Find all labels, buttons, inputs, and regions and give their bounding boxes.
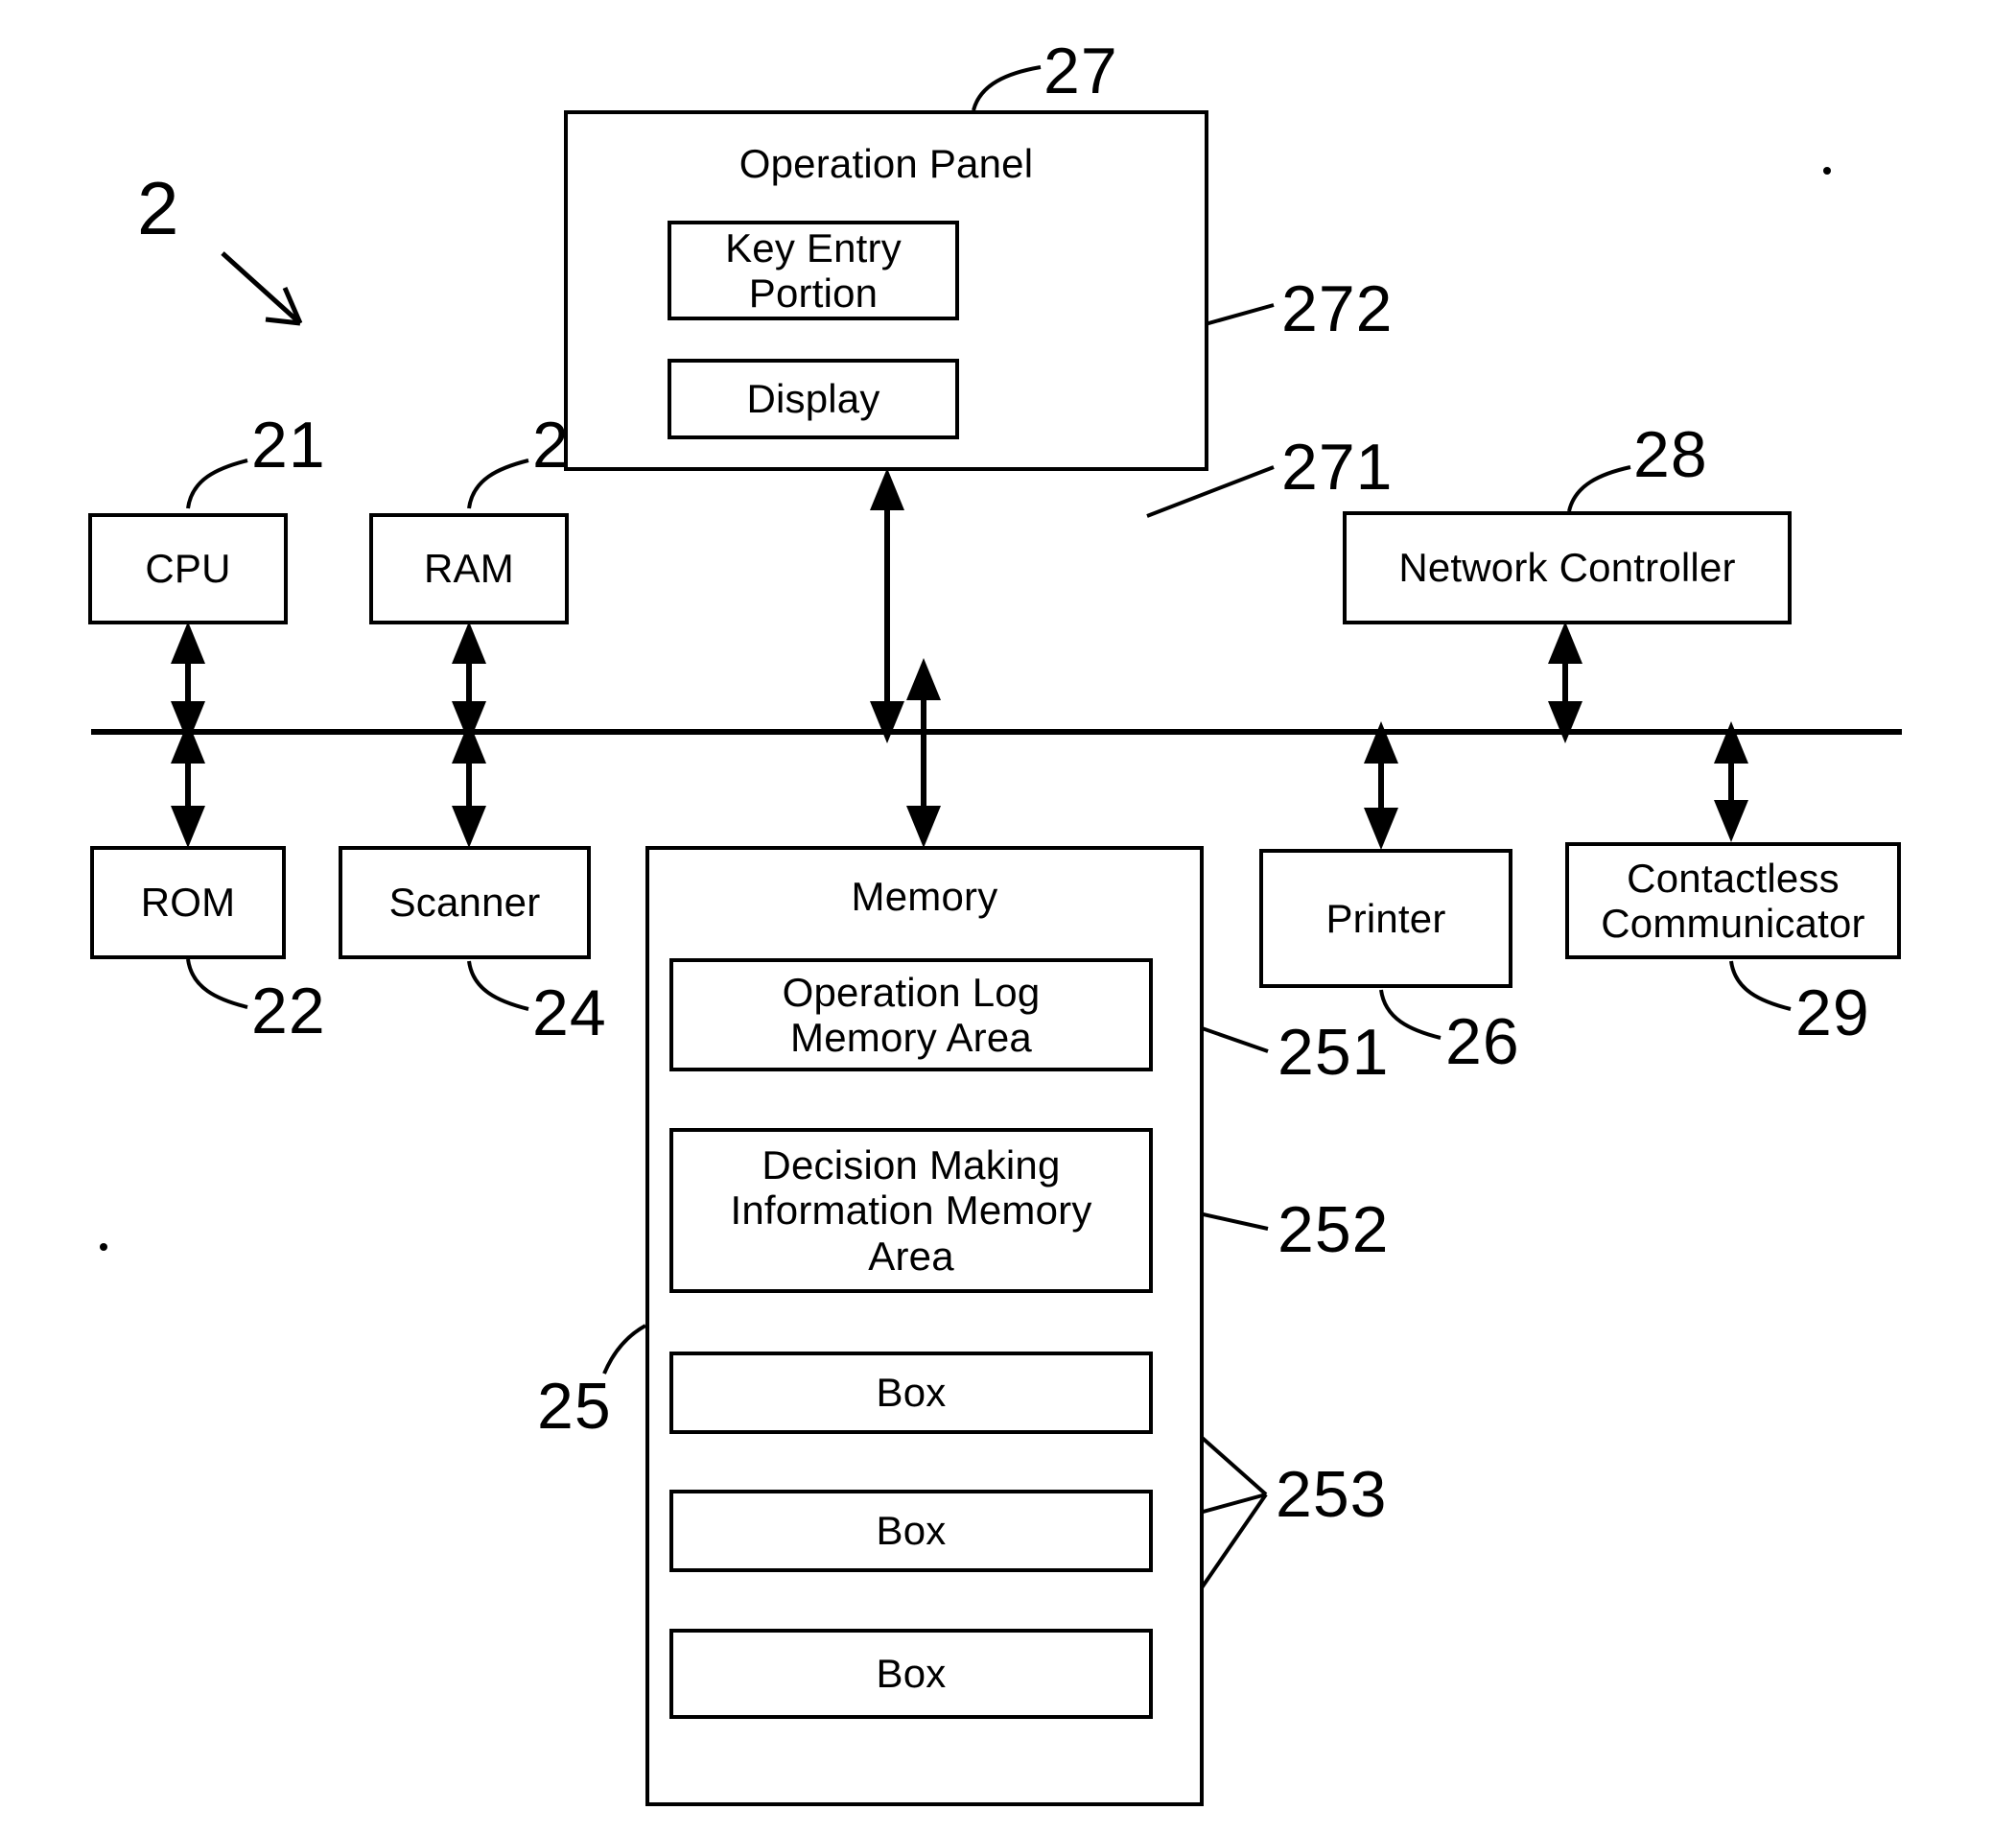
cpu-label: CPU	[145, 546, 231, 592]
leader-24	[467, 960, 529, 1011]
numeral-27: 27	[1043, 35, 1118, 107]
numeral-24: 24	[532, 976, 607, 1049]
memory-block: Memory Operation Log Memory Area Decisio…	[645, 846, 1204, 1806]
leader-23	[467, 458, 529, 509]
figure-overall-arrow	[221, 251, 303, 326]
decision-making-info-memory-area-block: Decision Making Information Memory Area	[669, 1128, 1153, 1293]
arrow-ram-bus	[452, 622, 486, 743]
contactless-communicator-label-line2: Communicator	[1601, 901, 1865, 946]
numeral-253: 253	[1276, 1458, 1388, 1531]
operation-panel-block: Operation Panel Key Entry Portion Displa…	[564, 110, 1208, 471]
display-label: Display	[746, 376, 880, 422]
arrow-bus-rom	[171, 721, 205, 848]
numeral-29: 29	[1795, 976, 1870, 1049]
contactless-communicator-block: Contactless Communicator	[1565, 842, 1901, 959]
leader-27	[972, 65, 1042, 111]
numeral-25: 25	[537, 1370, 612, 1443]
numeral-26: 26	[1445, 1005, 1520, 1078]
box-area-1: Box	[669, 1352, 1153, 1434]
figure-numeral-2: 2	[137, 166, 180, 250]
numeral-251: 251	[1278, 1016, 1390, 1089]
ram-label: RAM	[424, 546, 514, 592]
leader-28	[1567, 465, 1631, 512]
numeral-28: 28	[1633, 418, 1708, 491]
rom-label: ROM	[140, 880, 236, 926]
numeral-21: 21	[251, 409, 326, 482]
scanner-label: Scanner	[388, 880, 541, 926]
patent-block-diagram: 2 CPU 21 RAM 23 Operation Panel Key Entr…	[0, 0, 2016, 1834]
decision-making-label-line3: Area	[868, 1233, 954, 1279]
box-area-2-label: Box	[876, 1508, 947, 1554]
leader-26	[1379, 989, 1442, 1040]
decision-making-label-line2: Information Memory	[730, 1187, 1092, 1234]
numeral-272: 272	[1281, 272, 1394, 345]
printer-label: Printer	[1325, 895, 1446, 941]
decision-making-label-line1: Decision Making	[762, 1142, 1061, 1188]
arrow-bus-scanner	[452, 721, 486, 848]
leader-271	[1146, 465, 1275, 518]
leader-29	[1729, 960, 1792, 1011]
arrow-cpu-bus	[171, 622, 205, 743]
cpu-block: CPU	[88, 513, 288, 624]
network-controller-label: Network Controller	[1398, 545, 1736, 591]
key-entry-portion-block: Key Entry Portion	[668, 221, 959, 320]
key-entry-portion-label-line1: Key Entry	[725, 224, 902, 270]
box-area-3: Box	[669, 1629, 1153, 1719]
box-area-1-label: Box	[876, 1370, 947, 1416]
scanner-block: Scanner	[339, 846, 591, 959]
operation-log-label-line2: Memory Area	[790, 1015, 1032, 1060]
arrow-bus-contactless-communicator	[1714, 721, 1748, 842]
box-area-3-label: Box	[876, 1651, 947, 1697]
contactless-communicator-label-line1: Contactless	[1627, 855, 1840, 901]
leader-21	[186, 458, 248, 509]
arrow-operation-panel-bus	[870, 468, 904, 743]
numeral-271: 271	[1281, 431, 1394, 504]
leader-22	[186, 958, 248, 1009]
rom-block: ROM	[90, 846, 286, 959]
operation-log-memory-area-block: Operation Log Memory Area	[669, 958, 1153, 1071]
ram-block: RAM	[369, 513, 569, 624]
arrow-bus-printer	[1364, 721, 1398, 850]
key-entry-portion-label-line2: Portion	[748, 270, 879, 316]
arrow-network-controller-bus	[1548, 622, 1582, 743]
numeral-22: 22	[251, 975, 326, 1047]
arrow-bus-memory	[906, 658, 941, 848]
printer-block: Printer	[1259, 849, 1512, 988]
box-area-2: Box	[669, 1490, 1153, 1572]
operation-log-label-line1: Operation Log	[782, 969, 1041, 1015]
numeral-252: 252	[1278, 1193, 1390, 1266]
display-block: Display	[668, 359, 959, 439]
leader-25	[602, 1324, 646, 1375]
memory-label: Memory	[851, 874, 998, 919]
operation-panel-label: Operation Panel	[738, 141, 1034, 186]
network-controller-block: Network Controller	[1343, 511, 1792, 624]
